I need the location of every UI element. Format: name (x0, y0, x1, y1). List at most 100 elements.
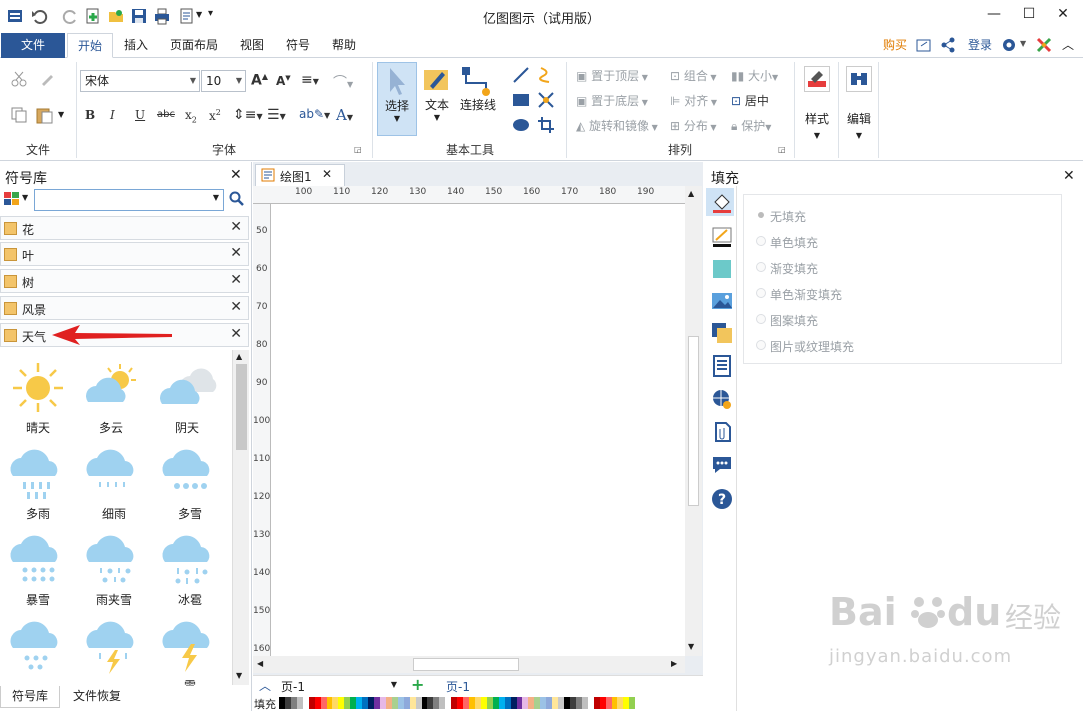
settings-icon[interactable] (1001, 37, 1019, 53)
text-align-icon[interactable]: ≡▼ (301, 72, 319, 88)
symbol-search-input[interactable]: ▼ (34, 189, 224, 211)
send-to-back-button[interactable]: ▣ 置于底层 ▼ (576, 92, 648, 109)
scroll-left-icon[interactable]: ◀ (257, 659, 263, 668)
scroll-up-icon[interactable]: ▲ (688, 189, 694, 198)
minimize-button[interactable]: — (984, 6, 1004, 22)
scroll-thumb[interactable] (688, 336, 699, 506)
line-spacing-icon[interactable]: ⇕≡▼ (233, 107, 263, 123)
buy-link[interactable]: 购买 (878, 33, 912, 58)
symbol-hail[interactable]: 冰雹 (155, 530, 225, 612)
category-leaf[interactable]: 叶 ✕ (0, 242, 249, 266)
format-painter-icon[interactable] (38, 70, 56, 88)
attachment-icon[interactable] (711, 421, 733, 443)
symbol-sleet[interactable]: 雨夹雪 (79, 530, 149, 612)
symbol-overcast[interactable]: 阴天 (152, 358, 222, 440)
canvas-horizontal-scrollbar[interactable]: ◀ ▶ (253, 656, 685, 673)
close-category-icon[interactable]: ✕ (230, 299, 242, 315)
drawing-canvas[interactable] (271, 204, 685, 656)
close-category-icon[interactable]: ✕ (230, 272, 242, 288)
share-window-icon[interactable] (916, 37, 932, 53)
protect-button[interactable]: 🔒︎ 保护▼ (731, 117, 771, 134)
line-tool-icon[interactable] (512, 66, 530, 84)
login-link[interactable]: 登录 (964, 33, 996, 58)
tab-symbol[interactable]: 符号 (280, 33, 316, 58)
cut-icon[interactable] (10, 70, 28, 88)
settings-dropdown-icon[interactable]: ▼ (1020, 39, 1026, 48)
symbol-partly-cloudy[interactable]: 多云 (76, 358, 146, 440)
close-button[interactable]: ✕ (1053, 6, 1073, 22)
strikethrough-button[interactable]: abc (157, 109, 175, 120)
data-icon[interactable] (711, 355, 733, 377)
close-category-icon[interactable]: ✕ (230, 219, 242, 235)
add-page-icon[interactable]: + (411, 675, 424, 694)
rotate-mirror-button[interactable]: ◭ 旋转和镜像 ▼ (576, 117, 658, 134)
center-button[interactable]: ⊡ 居中 (731, 92, 769, 109)
search-icon[interactable] (229, 191, 245, 207)
page-nav-up-icon[interactable]: ︿ (259, 677, 271, 694)
arrange-dialog-launcher-icon[interactable]: ◲ (778, 145, 786, 154)
curve-tool-icon[interactable] (537, 66, 555, 84)
color-palette[interactable] (279, 697, 636, 709)
category-scenery[interactable]: 风景 ✕ (0, 296, 249, 320)
italic-button[interactable]: I (110, 108, 115, 122)
symbol-blizzard[interactable]: 暴雪 (3, 530, 73, 612)
bullets-icon[interactable]: ☰▼ (267, 107, 286, 123)
category-tree[interactable]: 树 ✕ (0, 269, 249, 293)
scroll-thumb[interactable] (236, 364, 247, 450)
collapse-ribbon-icon[interactable]: ︿ (1062, 36, 1074, 53)
connector-tool-button[interactable]: 连接线 (456, 62, 500, 136)
crop-tool-icon[interactable] (537, 116, 555, 134)
tab-symbol-library[interactable]: 符号库 (0, 686, 60, 708)
font-dialog-launcher-icon[interactable]: ◲ (354, 145, 362, 154)
copy-icon[interactable] (10, 106, 28, 124)
fill-bucket-icon[interactable] (711, 192, 733, 214)
scroll-right-icon[interactable]: ▶ (671, 659, 677, 668)
symbol-snowy[interactable]: 多雪 (155, 444, 225, 526)
scroll-down-icon[interactable]: ▼ (236, 671, 242, 680)
align-button[interactable]: ⊫ 对齐 ▼ (670, 92, 717, 109)
style-button[interactable]: 样式 ▼ (800, 66, 834, 146)
paste-dropdown-icon[interactable]: ▼ (58, 110, 64, 119)
image-icon[interactable] (711, 290, 733, 312)
bold-button[interactable]: B (85, 108, 95, 122)
library-menu-dropdown-icon[interactable]: ▼ (22, 193, 28, 202)
paste-icon[interactable] (36, 106, 56, 124)
highlight-icon[interactable]: ab✎▼ (299, 107, 330, 121)
document-tab[interactable]: 绘图1 ✕ (255, 164, 345, 186)
distribute-button[interactable]: ⊞ 分布 ▼ (670, 117, 717, 134)
comment-icon[interactable] (711, 454, 733, 476)
symbol-rainy[interactable]: 多雨 (3, 444, 73, 526)
canvas-vertical-scrollbar[interactable]: ▲ ▼ (685, 186, 702, 656)
size-button[interactable]: ▮▮ 大小▼ (731, 67, 778, 84)
tab-file[interactable]: 文件 (1, 33, 65, 58)
symbol-drizzle[interactable]: 细雨 (79, 444, 149, 526)
close-tab-icon[interactable]: ✕ (322, 167, 332, 181)
tab-insert[interactable]: 插入 (118, 33, 154, 58)
tab-help[interactable]: 帮助 (326, 33, 362, 58)
point-tool-icon[interactable] (537, 91, 555, 109)
layer-icon[interactable] (711, 322, 733, 344)
rectangle-tool-icon[interactable] (512, 91, 530, 109)
grow-font-icon[interactable]: A▲ (251, 72, 268, 89)
text-direction-icon[interactable]: ⌒▼ (333, 72, 353, 92)
color-swatch[interactable] (629, 697, 636, 709)
edraw-logo-icon[interactable] (1036, 37, 1052, 53)
text-tool-button[interactable]: 文本 ▼ (420, 62, 454, 136)
font-color-icon[interactable]: A▼ (336, 106, 353, 124)
symbol-sunny[interactable]: 晴天 (3, 358, 73, 440)
symbol-weather-11[interactable] (79, 616, 149, 686)
scroll-down-icon[interactable]: ▼ (688, 642, 694, 651)
page-tab[interactable]: 页-1 (446, 678, 470, 695)
symbol-thunder[interactable]: 雷 (155, 616, 225, 686)
fill-panel-close-button[interactable]: ✕ (1063, 168, 1075, 184)
hyperlink-icon[interactable] (711, 388, 733, 410)
library-menu-icon[interactable] (3, 191, 21, 207)
shadow-icon[interactable] (711, 258, 733, 280)
shrink-font-icon[interactable]: A▼ (276, 74, 291, 88)
page-select[interactable]: 页-1 ▼ (281, 678, 397, 694)
tab-home[interactable]: 开始 (67, 33, 113, 58)
select-tool-button[interactable]: 选择 ▼ (377, 62, 417, 136)
symbol-weather-10[interactable] (3, 616, 73, 686)
font-family-select[interactable]: 宋体 ▼ (80, 70, 200, 92)
superscript-button[interactable]: x2 (209, 108, 221, 123)
